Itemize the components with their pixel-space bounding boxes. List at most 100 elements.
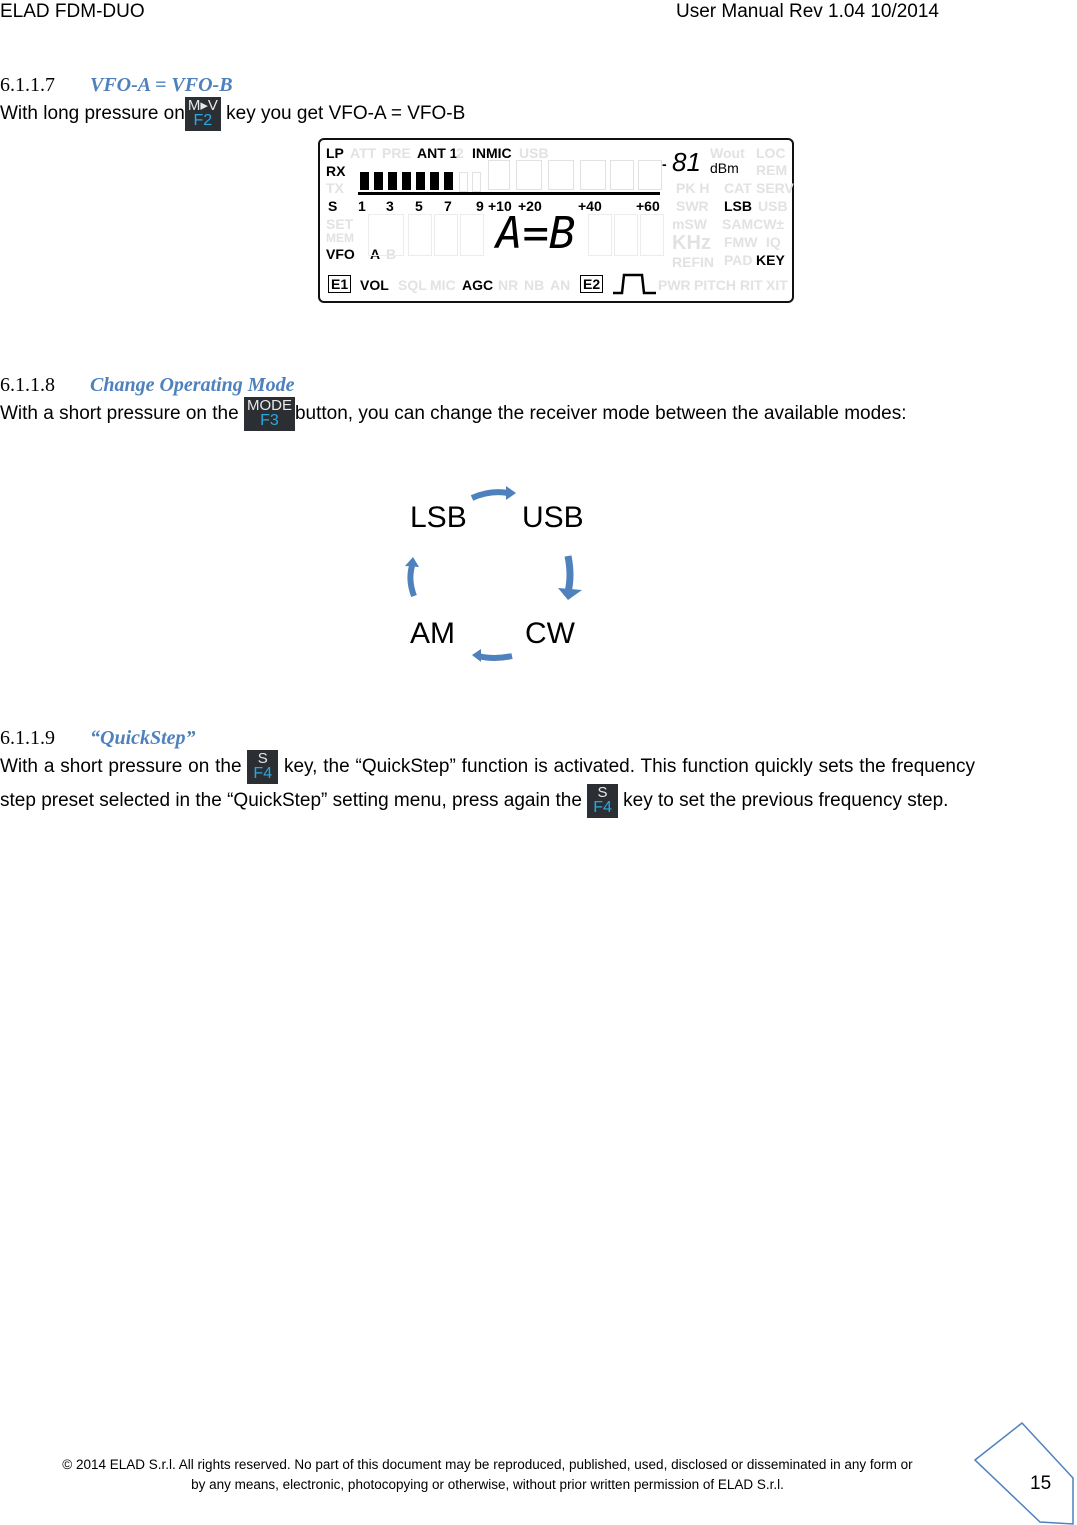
lcd-lsb: LSB <box>724 198 752 214</box>
lcd-digit-off <box>614 214 638 256</box>
s-meter-box-off <box>548 160 574 190</box>
lcd-xit: XIT <box>766 277 788 293</box>
header-product: ELAD FDM-DUO <box>0 1 145 22</box>
lcd-pad: PAD <box>724 252 753 268</box>
s-meter-bar <box>388 172 397 190</box>
key-top-label: MODE <box>246 397 292 414</box>
lcd-pre: PRE <box>382 145 411 161</box>
lcd-wout: Wout <box>710 145 745 161</box>
scale-tick: +40 <box>578 198 602 214</box>
mode-cw: CW <box>525 617 575 650</box>
s-f4-key-icon: S F4 <box>247 750 279 784</box>
paragraph-text: With a short pressure on the <box>0 756 248 778</box>
lcd-swr: SWR <box>676 198 709 214</box>
lcd-msw: mSW <box>672 216 707 232</box>
page-number: 15 <box>1030 1473 1052 1494</box>
lcd-khz: KHz <box>672 232 711 254</box>
m-v-f2-key-icon: M▸V F2 <box>184 97 221 131</box>
scale-tick: 7 <box>444 198 452 214</box>
lcd-pkh: PK H <box>676 180 710 196</box>
scale-tick: 1 <box>358 198 366 214</box>
paragraph-vfo: With long pressure on M▸V F2 key you get V… <box>0 97 975 131</box>
mode-am: AM <box>410 617 455 650</box>
mode-usb: USB <box>522 501 584 534</box>
lcd-display: LP ATT PRE ANT 1 2 INMIC USB RX TX S 1 3… <box>318 138 794 303</box>
dbm-value: 81 <box>672 147 701 177</box>
lcd-inmic: INMIC <box>472 145 512 161</box>
s-meter-box-off <box>516 160 542 190</box>
lcd-samcw: SAMCW± <box>722 216 785 232</box>
section-number: 6.1.1.7 <box>0 74 55 96</box>
s-meter-bar-off <box>459 172 468 192</box>
section-heading-quickstep: 6.1.1.9 “QuickStep” <box>0 725 196 751</box>
key-fn-label: F4 <box>593 799 612 816</box>
s-meter-bar <box>360 172 369 190</box>
lcd-tx: TX <box>326 180 344 196</box>
lcd-usb-in: USB <box>519 145 549 161</box>
mode-lsb: LSB <box>410 501 467 534</box>
s-meter-box-off <box>580 160 606 190</box>
s-meter-bar <box>416 172 425 190</box>
lcd-agc: AGC <box>462 277 494 293</box>
section-number: 6.1.1.8 <box>0 374 55 396</box>
lcd-rit: RIT <box>740 277 763 293</box>
paragraph-text: key to set the previous frequency step. <box>617 790 949 812</box>
key-top-label: S <box>257 750 268 767</box>
scale-tick: +60 <box>636 198 660 214</box>
s-meter-box-off <box>488 160 510 190</box>
footer-line: by any means, electronic, photocopying o… <box>191 1477 784 1492</box>
paragraph-text: key you get VFO-A = VFO-B <box>220 103 466 125</box>
arrow-head <box>506 486 516 500</box>
lcd-main-text: A=B <box>496 208 576 259</box>
s-meter-box-off <box>610 160 634 190</box>
paragraph-text: With long pressure on <box>0 103 185 125</box>
s-meter-bar <box>444 172 453 190</box>
mode-f3-key-icon: MODE F3 <box>243 397 295 431</box>
s-meter-box-off <box>638 160 662 190</box>
lcd-e1: E1 <box>328 275 352 293</box>
paragraph-text: With a short pressure on the <box>0 403 244 425</box>
lcd-nb: NB <box>524 277 545 293</box>
lcd-s-label: S <box>328 198 338 214</box>
dbm-sign: - <box>662 156 667 172</box>
lcd-digit-off <box>434 214 458 256</box>
arrow-head <box>405 557 419 567</box>
s-meter-bar <box>402 172 411 190</box>
lcd-rx: RX <box>326 163 346 179</box>
key-top-label: M▸V <box>187 97 218 114</box>
key-fn-label: F2 <box>193 112 213 129</box>
s-f4-key-icon: S F4 <box>587 784 618 818</box>
lcd-loc: LOC <box>756 145 786 161</box>
lcd-rem: REM <box>756 162 788 178</box>
section-title: Change Operating Mode <box>90 374 295 396</box>
lcd-ant: ANT 1 <box>417 145 458 161</box>
section-heading-vfo: 6.1.1.7 VFO-A = VFO-B <box>0 72 233 98</box>
section-heading-mode: 6.1.1.8 Change Operating Mode <box>0 372 294 398</box>
page-number-badge-icon <box>973 1421 1074 1525</box>
key-fn-label: F4 <box>253 765 273 782</box>
s-meter-bar <box>430 172 439 190</box>
arrow-cw-to-am-icon <box>477 653 513 661</box>
paragraph-quickstep: With a short pressure on the S F4 key, th… <box>0 750 975 818</box>
arrow-head <box>472 649 481 662</box>
filter-shape-icon <box>613 273 656 295</box>
section-number: 6.1.1.9 <box>0 727 55 749</box>
lcd-nr: NR <box>498 277 519 293</box>
lcd-refin: REFIN <box>672 254 714 270</box>
header-manual-rev: User Manual Rev 1.04 10/2014 <box>676 1 939 22</box>
arrow-am-to-lsb-icon <box>407 565 417 598</box>
scale-tick: 9 <box>476 198 484 214</box>
footer-line: © 2014 ELAD S.r.l. All rights reserved. … <box>62 1457 913 1472</box>
lcd-digit-off <box>460 214 484 256</box>
lcd-fmw: FMW <box>724 234 758 250</box>
s-meter-bar <box>374 172 383 190</box>
lcd-vfo: VFO <box>326 246 355 262</box>
key-fn-label: F3 <box>260 412 279 429</box>
lcd-vol: VOL <box>360 277 389 293</box>
lcd-sql: SQL <box>398 277 427 293</box>
arrow-head <box>558 588 582 600</box>
lcd-iq: IQ <box>766 234 781 250</box>
lcd-e2: E2 <box>580 275 604 293</box>
lcd-mic: MIC <box>430 277 456 293</box>
s-meter-baseline <box>358 192 660 195</box>
